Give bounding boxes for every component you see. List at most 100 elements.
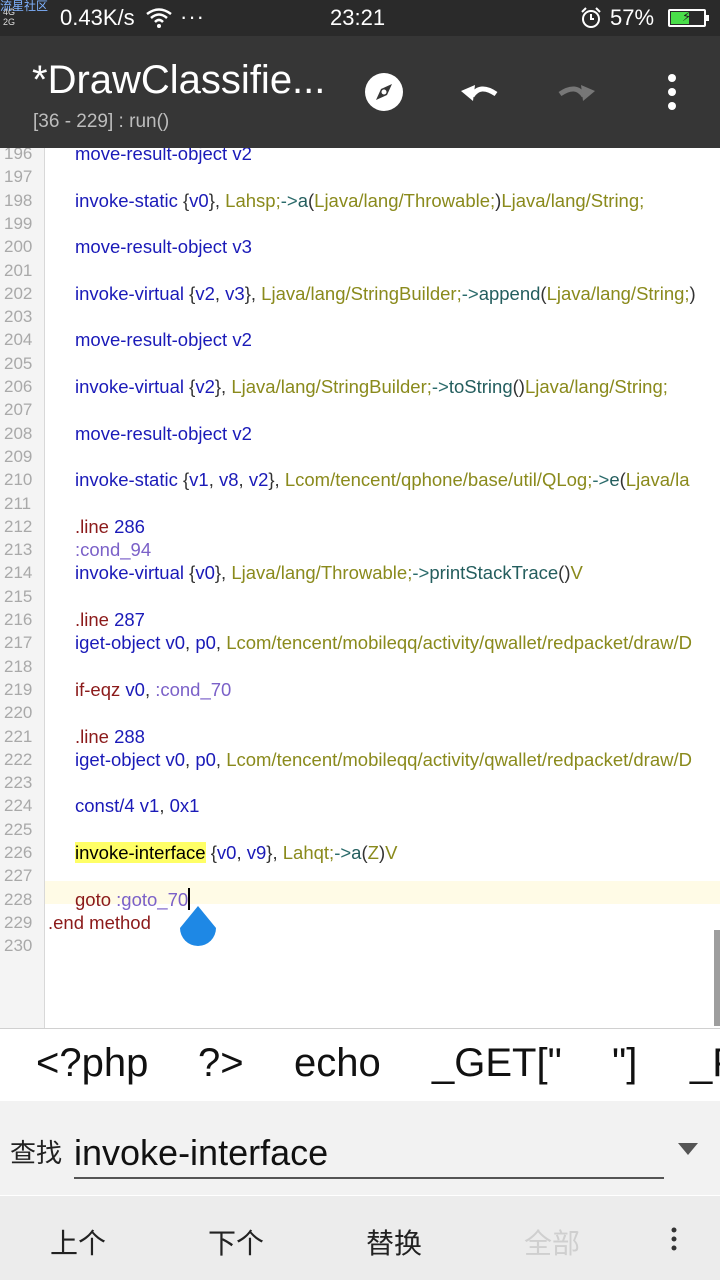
code-line[interactable]: 217 iget-object v0, p0, Lcom/tencent/mobi… — [0, 631, 720, 654]
code-line[interactable]: 215 — [0, 585, 720, 608]
code-line[interactable]: 208 move-result-object v2 — [0, 422, 720, 445]
undo-icon[interactable] — [458, 70, 502, 114]
code-line[interactable]: 224 const/4 v1, 0x1 — [0, 794, 720, 817]
code-line[interactable]: 216 .line 287 — [0, 608, 720, 631]
line-number: 222 — [4, 749, 33, 769]
code-punctuation: }, — [244, 282, 262, 304]
more-vert-icon[interactable] — [666, 1226, 682, 1252]
code-text: .line 287 — [75, 608, 145, 631]
code-type: Lcom/tencent/mobileqq/activity/qwallet/r… — [226, 632, 692, 654]
compass-icon[interactable] — [362, 70, 406, 114]
code-punctuation: }, — [208, 189, 226, 211]
code-type: Lahsp; — [225, 189, 281, 211]
code-punctuation: , — [185, 748, 196, 770]
code-text: invoke-virtual {v2, v3}, Ljava/lang/Stri… — [75, 282, 696, 305]
find-prev-button[interactable]: 上个 — [50, 1222, 106, 1262]
code-keyword: v0 — [189, 189, 209, 211]
line-number: 212 — [4, 516, 33, 536]
code-line[interactable]: 221 .line 288 — [0, 725, 720, 748]
code-line[interactable]: 200 move-result-object v3 — [0, 235, 720, 258]
code-line[interactable]: 199 — [0, 212, 720, 235]
code-line[interactable]: 211 — [0, 492, 720, 515]
replace-all-button[interactable]: 全部 — [524, 1222, 580, 1262]
code-editor[interactable]: 196 move-result-object v2 197 198 invoke-sta… — [0, 148, 720, 1028]
more-vert-icon[interactable] — [650, 70, 694, 114]
find-next-button[interactable]: 下个 — [208, 1222, 264, 1262]
code-text: iget-object v0, p0, Lcom/tencent/mobileq… — [75, 631, 692, 654]
code-directive: .line — [75, 609, 115, 630]
code-line[interactable]: 218 — [0, 655, 720, 678]
code-text: invoke-virtual {v0}, Ljava/lang/Throwabl… — [75, 561, 583, 584]
status-bar: 流星社区 4G 2G 0.43K/s ··· 23:21 57% ⚡ — [0, 0, 720, 36]
symbol-get-open[interactable]: _GET[" — [432, 1041, 562, 1086]
code-keyword: invoke-virtual — [75, 282, 190, 304]
code-punctuation: }, — [214, 376, 232, 397]
code-line[interactable]: 206 invoke-virtual {v2}, Ljava/lang/Strin… — [0, 375, 720, 398]
code-line[interactable]: 225 — [0, 818, 720, 841]
method-range: [36 - 229] : run() — [33, 111, 170, 132]
code-text: .line 286 — [75, 515, 145, 538]
code-line[interactable]: 201 — [0, 259, 720, 282]
code-line[interactable]: 205 — [0, 352, 720, 375]
code-number: 286 — [114, 515, 145, 537]
code-line[interactable]: 222 iget-object v0, p0, Lcom/tencent/mobi… — [0, 748, 720, 771]
code-line[interactable]: 214 invoke-virtual {v0}, Ljava/lang/Throw… — [0, 561, 720, 584]
code-line[interactable]: 207 — [0, 398, 720, 421]
code-type: Ljava/la — [625, 469, 690, 491]
code-line[interactable]: 226 invoke-interface {v0, v9}, Lahqt;->a(… — [0, 841, 720, 864]
editor-scrollbar[interactable] — [714, 930, 720, 1026]
code-line[interactable]: 230 — [0, 934, 720, 957]
battery-icon: ⚡ — [668, 9, 709, 27]
code-line[interactable]: 197 — [0, 165, 720, 188]
code-line[interactable]: 219 if-eqz v0, :cond_70 — [0, 678, 720, 701]
code-line[interactable]: 210 invoke-static {v1, v8, v2}, Lcom/tenc… — [0, 468, 720, 491]
code-line[interactable]: 228 goto :goto_70 — [0, 887, 720, 911]
code-line[interactable]: 198 invoke-static {v0}, Lahsp;->a(Ljava/l… — [0, 189, 720, 212]
code-line[interactable]: 229 .end method — [0, 911, 720, 934]
code-keyword: move-result-object — [75, 236, 233, 258]
code-line[interactable]: 220 — [0, 701, 720, 724]
code-punctuation: , — [208, 469, 219, 491]
code-arrow: -> — [334, 842, 352, 863]
code-line[interactable]: 213:cond_94 — [0, 538, 720, 561]
signal-indicator: 4G 2G — [3, 7, 15, 27]
code-line[interactable]: 212 .line 286 — [0, 515, 720, 538]
code-type: Ljava/lang/String; — [501, 189, 645, 211]
code-line[interactable]: 196 move-result-object v2 — [0, 148, 720, 165]
code-type: Ljava/lang/StringBuilder; — [231, 376, 432, 397]
symbol-php-open[interactable]: <?php — [36, 1041, 148, 1086]
symbol-post[interactable]: _P — [690, 1041, 720, 1086]
code-punctuation: { — [205, 842, 217, 863]
code-keyword: v2 — [195, 376, 215, 397]
cursor-handle-icon[interactable] — [178, 904, 218, 952]
code-punctuation: , — [185, 632, 196, 654]
code-keyword: invoke-virtual — [75, 562, 190, 584]
code-line[interactable]: 223 — [0, 771, 720, 794]
find-input[interactable] — [74, 1129, 664, 1179]
code-punctuation: , — [144, 678, 156, 700]
code-text: .line 288 — [75, 725, 145, 748]
symbol-get-close[interactable]: "] — [612, 1041, 637, 1086]
redo-icon[interactable] — [554, 70, 598, 114]
code-keyword: v1 — [189, 469, 209, 491]
line-number: 220 — [4, 703, 33, 723]
find-action-bar: 上个 下个 替换 全部 — [0, 1196, 720, 1280]
code-type: Lcom/tencent/qphone/base/util/QLog; — [284, 469, 593, 491]
code-keyword: v0 — [195, 562, 215, 584]
code-line[interactable]: 203 — [0, 305, 720, 328]
line-number: 196 — [4, 148, 33, 163]
code-label: :cond_70 — [155, 678, 232, 700]
code-line[interactable]: 227 — [0, 864, 720, 887]
code-type: V — [385, 842, 398, 863]
code-keyword: v0 — [165, 748, 186, 770]
code-line[interactable]: 202 invoke-virtual {v2, v3}, Ljava/lang/S… — [0, 282, 720, 305]
code-line[interactable]: 204 move-result-object v2 — [0, 328, 720, 351]
symbol-echo[interactable]: echo — [294, 1041, 381, 1086]
symbol-php-close[interactable]: ?> — [198, 1041, 244, 1086]
replace-button[interactable]: 替换 — [366, 1222, 422, 1262]
line-number: 199 — [4, 213, 33, 233]
chevron-down-icon[interactable] — [678, 1143, 698, 1155]
code-punctuation: ) — [689, 282, 696, 304]
code-line[interactable]: 209 — [0, 445, 720, 468]
line-number: 206 — [4, 377, 33, 396]
